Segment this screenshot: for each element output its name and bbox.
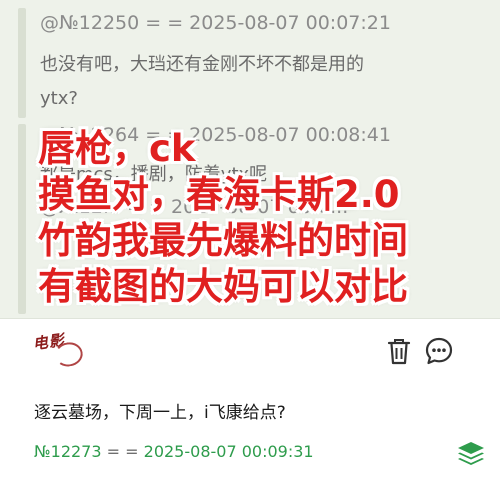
- caption-line: 唇枪，ck: [38, 127, 196, 170]
- comment-icon: [425, 337, 453, 365]
- quote-bar: [18, 124, 26, 314]
- quote-bar: [18, 8, 26, 118]
- message-header: @№12250 = = 2025-08-07 00:07:21: [40, 12, 391, 34]
- caption-line: 摸鱼对，春海卡斯2.0: [38, 173, 400, 216]
- screen: @№12250 = = 2025-08-07 00:07:21 也没有吧，大珰还…: [0, 0, 500, 480]
- red-caption-overlay: 唇枪，ck 摸鱼对，春海卡斯2.0 竹韵我最先爆料的时间 有截图的大妈可以对比: [38, 126, 498, 310]
- delete-button[interactable]: [384, 336, 414, 366]
- message-text: ytx?: [40, 88, 78, 109]
- layers-button[interactable]: [456, 440, 486, 468]
- post-meta: №12273 = = 2025-08-07 00:09:31: [34, 442, 314, 461]
- post-body: 逐云墓场，下周一上，i飞康给点?: [34, 403, 286, 423]
- comment-button[interactable]: [424, 336, 454, 366]
- caption-line: 竹韵我最先爆料的时间: [38, 219, 408, 262]
- trash-icon: [387, 339, 411, 365]
- message-text: 也没有吧，大珰还有金刚不坏不都是用的: [40, 54, 364, 75]
- post-timestamp: 2025-08-07 00:09:31: [143, 442, 314, 461]
- layers-icon: [458, 442, 484, 465]
- post-separator: = =: [106, 442, 139, 461]
- post-id[interactable]: №12273: [34, 442, 102, 461]
- caption-line: 有截图的大妈可以对比: [38, 265, 408, 308]
- avatar[interactable]: 电影: [31, 327, 85, 373]
